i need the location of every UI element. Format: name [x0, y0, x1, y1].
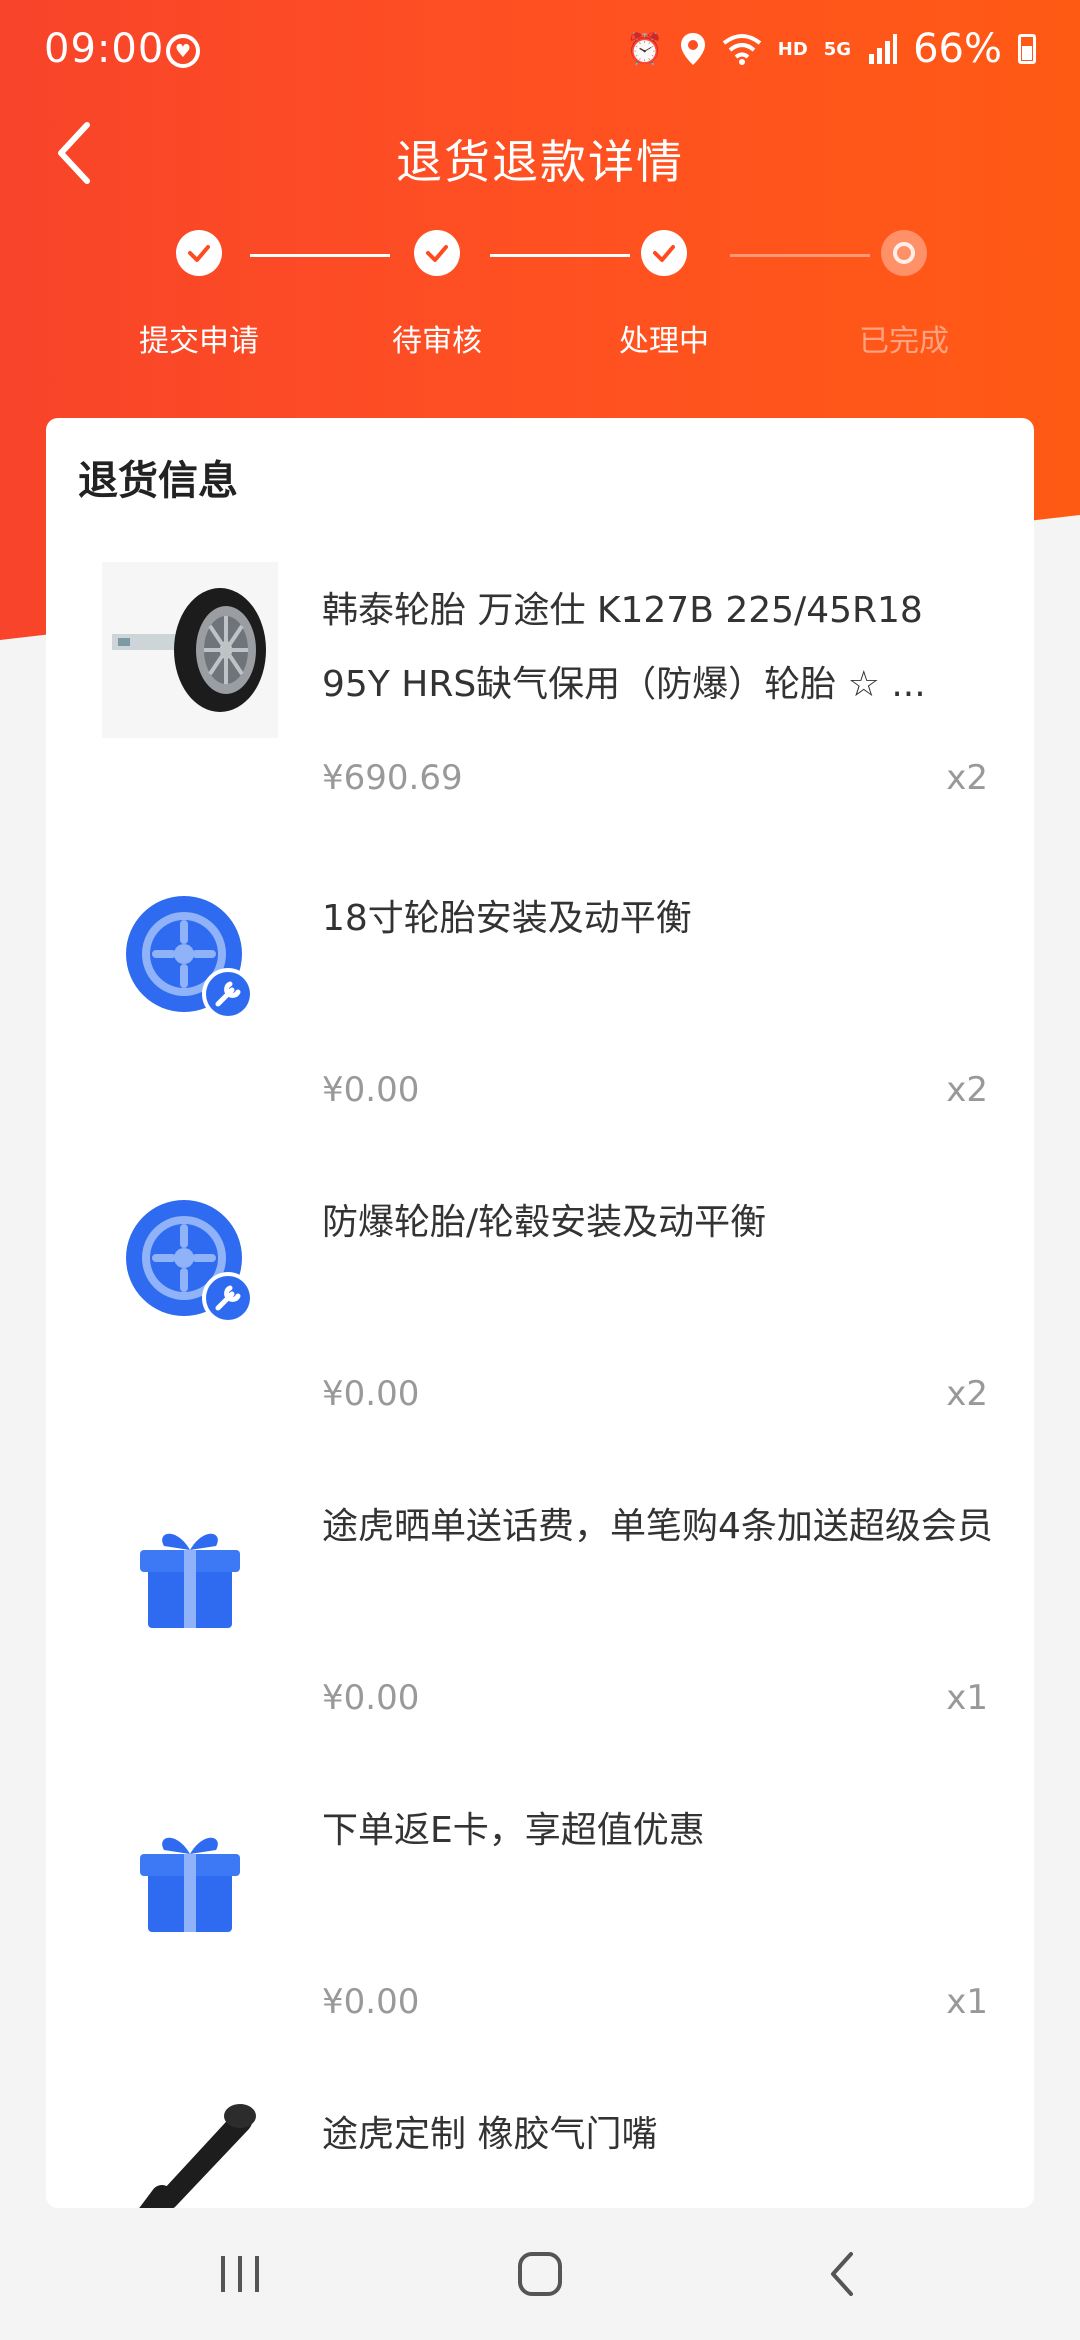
- step-label: 已完成: [859, 324, 949, 359]
- gift-icon: [102, 1488, 278, 1664]
- status-bar: 09:00 ♥ ⏰ HD 5G 66%: [0, 0, 1080, 100]
- step-label: 处理中: [619, 324, 709, 359]
- recent-apps-button[interactable]: [210, 2244, 270, 2304]
- return-info-card: 退货信息 韩泰轮胎 万途仕 K127B 225/45R18 95Y HRS缺气保…: [46, 418, 1034, 2208]
- step-2-check-icon: [414, 230, 460, 276]
- section-title: 退货信息: [78, 458, 238, 504]
- list-item[interactable]: 18寸轮胎安装及动平衡 ¥0.00 x2: [46, 870, 1034, 1174]
- alarm-icon: ⏰: [626, 31, 664, 67]
- item-name: 防爆轮胎/轮毂安装及动平衡: [322, 1202, 767, 1243]
- back-nav-button[interactable]: [812, 2244, 872, 2304]
- step-label: 提交申请: [139, 324, 259, 359]
- status-icons: ⏰ HD 5G 66%: [626, 26, 1036, 72]
- item-price: ¥0.00: [322, 1678, 420, 1718]
- tire-image: [102, 562, 278, 738]
- step-3-check-icon: [641, 230, 687, 276]
- nav-bar: 退货退款详情: [0, 100, 1080, 210]
- status-time: 09:00: [44, 26, 165, 72]
- battery-icon: [1018, 34, 1036, 64]
- location-icon: [680, 33, 705, 65]
- recent-apps-icon: [221, 2256, 259, 2292]
- item-price: ¥0.00: [322, 1982, 420, 2022]
- step-connector: [730, 254, 870, 257]
- step-connector: [490, 254, 630, 257]
- step-4-pending-icon: [881, 230, 927, 276]
- wifi-icon: [722, 34, 761, 65]
- network-indicator: 5G: [823, 38, 852, 60]
- back-nav-icon: [831, 2252, 853, 2296]
- item-price: ¥690.69: [322, 758, 463, 798]
- item-name: 途虎定制 橡胶气门嘴: [322, 2114, 658, 2155]
- system-nav-bar: [0, 2208, 1080, 2340]
- item-name: 18寸轮胎安装及动平衡: [322, 898, 692, 939]
- item-price: ¥0.00: [322, 1070, 420, 1110]
- page-title: 退货退款详情: [396, 135, 684, 189]
- gift-icon: [102, 1792, 278, 1968]
- step-label: 待审核: [392, 324, 482, 359]
- item-name: 下单返E卡，享超值优惠: [322, 1810, 705, 1851]
- item-quantity: x2: [946, 758, 988, 798]
- list-item[interactable]: 防爆轮胎/轮毂安装及动平衡 ¥0.00 x2: [46, 1174, 1034, 1478]
- progress-steps: 提交申请 待审核 处理中 已完成: [0, 230, 1080, 370]
- step-1-check-icon: [176, 230, 222, 276]
- item-name: 韩泰轮胎 万途仕 K127B 225/45R18 95Y HRS缺气保用（防爆）…: [322, 590, 926, 705]
- home-button[interactable]: [508, 2244, 572, 2304]
- list-item[interactable]: 下单返E卡，享超值优惠 ¥0.00 x1: [46, 1782, 1034, 2086]
- hd-indicator: HD: [777, 38, 808, 60]
- wheel-service-icon: [102, 870, 278, 1046]
- valve-image: [102, 2086, 278, 2208]
- battery-percent: 66%: [913, 26, 1002, 72]
- item-price: ¥0.00: [322, 1374, 420, 1414]
- heart-notification-icon: ♥: [166, 34, 200, 68]
- item-quantity: x1: [946, 1678, 988, 1718]
- item-quantity: x2: [946, 1374, 988, 1414]
- list-item[interactable]: 途虎晒单送话费，单笔购4条加送超级会员 ¥0.00 x1: [46, 1478, 1034, 1782]
- item-quantity: x2: [946, 1070, 988, 1110]
- item-quantity: x1: [946, 1982, 988, 2022]
- step-connector: [250, 254, 390, 257]
- list-item[interactable]: 韩泰轮胎 万途仕 K127B 225/45R18 95Y HRS缺气保用（防爆）…: [46, 562, 1034, 866]
- wheel-service-icon: [102, 1174, 278, 1350]
- signal-icon: [869, 34, 898, 64]
- item-name: 途虎晒单送话费，单笔购4条加送超级会员: [322, 1506, 993, 1547]
- list-item[interactable]: 途虎定制 橡胶气门嘴: [46, 2086, 1034, 2208]
- home-icon: [518, 2252, 562, 2296]
